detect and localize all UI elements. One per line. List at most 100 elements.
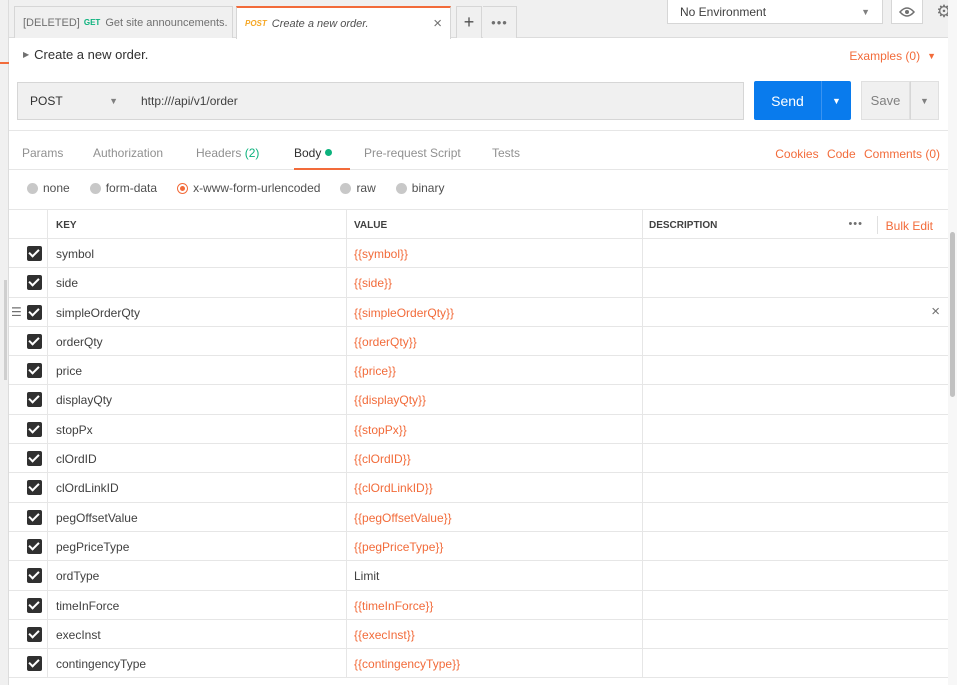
more-options-icon[interactable]: ••• (848, 218, 863, 230)
row-enabled-checkbox[interactable] (27, 304, 42, 320)
close-icon[interactable]: × (433, 15, 442, 32)
row-key[interactable]: pegOffsetValue (56, 511, 138, 525)
table-row[interactable]: symbol {{symbol}} (9, 239, 948, 269)
tab-body[interactable]: Body (294, 146, 333, 160)
row-value[interactable]: {{simpleOrderQty}} (354, 306, 454, 320)
radio-raw[interactable]: raw (340, 181, 376, 195)
environment-select[interactable]: No Environment ▼ (667, 0, 883, 24)
row-key[interactable]: displayQty (56, 393, 112, 407)
save-options-button[interactable]: ▼ (910, 81, 939, 120)
radio-form-data[interactable]: form-data (89, 181, 157, 195)
column-divider (346, 356, 347, 385)
row-value[interactable]: {{pegPriceType}} (354, 540, 443, 554)
tab-authorization[interactable]: Authorization (93, 146, 163, 160)
tab-create-new-order[interactable]: POST Create a new order. × (236, 6, 451, 39)
row-value[interactable]: {{displayQty}} (354, 393, 426, 407)
table-row[interactable]: ☰ simpleOrderQty {{simpleOrderQty}} × (9, 297, 948, 327)
radio-x-www-form-urlencoded[interactable]: x-www-form-urlencoded (177, 181, 320, 195)
send-options-button[interactable]: ▼ (821, 81, 851, 120)
environment-quick-look-button[interactable] (891, 0, 923, 24)
row-value[interactable]: {{clOrdLinkID}} (354, 481, 433, 495)
table-row[interactable]: stopPx {{stopPx}} (9, 414, 948, 445)
row-value[interactable]: {{pegOffsetValue}} (354, 511, 452, 525)
row-enabled-checkbox[interactable] (27, 656, 42, 672)
row-enabled-checkbox[interactable] (27, 246, 42, 261)
row-key[interactable]: clOrdLinkID (56, 481, 119, 495)
tab-headers[interactable]: Headers (2) (196, 146, 259, 160)
comments-link[interactable]: Comments (0) (864, 147, 940, 161)
row-value[interactable]: {{symbol}} (354, 247, 408, 261)
table-row[interactable]: execInst {{execInst}} (9, 619, 948, 650)
row-key[interactable]: side (56, 276, 78, 290)
new-tab-button[interactable]: + (456, 6, 482, 38)
row-enabled-checkbox[interactable] (27, 568, 42, 584)
column-divider[interactable] (346, 210, 347, 238)
row-key[interactable]: stopPx (56, 423, 93, 437)
table-row[interactable]: pegOffsetValue {{pegOffsetValue}} (9, 502, 948, 532)
code-link[interactable]: Code (827, 147, 856, 161)
row-enabled-checkbox[interactable] (27, 363, 42, 379)
examples-dropdown[interactable]: Examples (0) ▼ (849, 49, 936, 63)
table-row[interactable]: orderQty {{orderQty}} (9, 326, 948, 357)
row-value[interactable]: {{side}} (354, 276, 392, 290)
tab-tests[interactable]: Tests (492, 146, 520, 160)
table-row[interactable]: displayQty {{displayQty}} (9, 385, 948, 415)
row-enabled-checkbox[interactable] (27, 509, 42, 525)
row-value[interactable]: {{stopPx}} (354, 423, 407, 437)
row-key[interactable]: orderQty (56, 335, 103, 349)
row-key[interactable]: simpleOrderQty (56, 306, 140, 320)
bulk-edit-button[interactable]: Bulk Edit (886, 219, 933, 233)
row-enabled-checkbox[interactable] (27, 451, 42, 467)
row-enabled-checkbox[interactable] (27, 480, 42, 496)
row-key[interactable]: ordType (56, 569, 99, 583)
row-enabled-checkbox[interactable] (27, 597, 42, 613)
row-value[interactable]: {{contingencyType}} (354, 657, 460, 671)
row-key[interactable]: price (56, 364, 82, 378)
row-value[interactable]: Limit (354, 569, 379, 583)
radio-binary[interactable]: binary (395, 181, 444, 195)
url-input[interactable]: http:///api/v1/order (130, 82, 744, 120)
column-divider[interactable] (642, 210, 643, 238)
row-key[interactable]: clOrdID (56, 452, 97, 466)
more-tabs-button[interactable]: ••• (483, 6, 517, 38)
scrollbar-thumb[interactable] (950, 232, 955, 397)
row-key[interactable]: symbol (56, 247, 94, 261)
table-row[interactable]: price {{price}} (9, 356, 948, 386)
table-row[interactable]: timeInForce {{timeInForce}} (9, 590, 948, 620)
table-row[interactable]: clOrdID {{clOrdID}} (9, 444, 948, 474)
request-name[interactable]: ▶ Create a new order. (23, 47, 148, 62)
row-key[interactable]: execInst (56, 628, 101, 642)
row-key[interactable]: contingencyType (56, 657, 146, 671)
cookies-link[interactable]: Cookies (775, 147, 818, 161)
table-row[interactable]: ordType Limit (9, 561, 948, 591)
column-divider (47, 649, 48, 678)
delete-row-icon[interactable]: × (931, 303, 940, 320)
row-value[interactable]: {{price}} (354, 364, 396, 378)
row-value[interactable]: {{clOrdID}} (354, 452, 411, 466)
table-row[interactable]: pegPriceType {{pegPriceType}} (9, 531, 948, 562)
row-key[interactable]: timeInForce (56, 599, 119, 613)
send-button[interactable]: Send (754, 81, 821, 120)
vertical-scrollbar[interactable] (948, 0, 957, 685)
row-enabled-checkbox[interactable] (27, 333, 42, 349)
method-select[interactable]: POST ▼ (17, 82, 131, 120)
row-value[interactable]: {{timeInForce}} (354, 599, 433, 613)
row-key[interactable]: pegPriceType (56, 540, 129, 554)
radio-none[interactable]: none (27, 181, 70, 195)
table-row[interactable]: side {{side}} (9, 268, 948, 298)
row-enabled-checkbox[interactable] (27, 275, 42, 291)
row-enabled-checkbox[interactable] (27, 421, 42, 437)
row-value[interactable]: {{execInst}} (354, 628, 415, 642)
tab-get-site-announcements[interactable]: [DELETED] GET Get site announcements. (14, 6, 233, 38)
tab-params[interactable]: Params (22, 146, 63, 160)
row-enabled-checkbox[interactable] (27, 392, 42, 408)
row-value[interactable]: {{orderQty}} (354, 335, 417, 349)
tab-pre-request-script[interactable]: Pre-request Script (364, 146, 461, 160)
row-enabled-checkbox[interactable] (27, 626, 42, 642)
left-panel-scrollbar[interactable] (4, 280, 7, 380)
table-row[interactable]: clOrdLinkID {{clOrdLinkID}} (9, 473, 948, 503)
row-enabled-checkbox[interactable] (27, 538, 42, 554)
save-button[interactable]: Save (861, 81, 910, 120)
drag-handle-icon[interactable]: ☰ (11, 305, 22, 319)
table-row[interactable]: contingencyType {{contingencyType}} (9, 649, 948, 679)
